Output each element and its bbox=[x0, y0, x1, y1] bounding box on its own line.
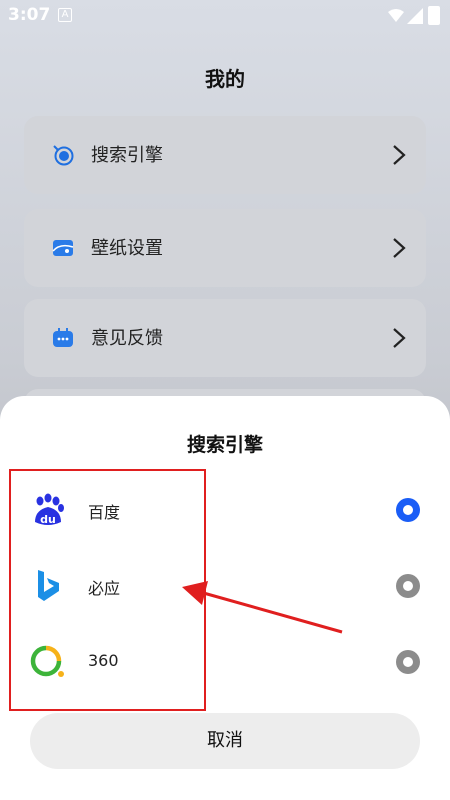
menu-item-feedback[interactable]: 意见反馈 bbox=[24, 299, 426, 377]
chevron-right-icon bbox=[393, 328, 406, 348]
chevron-right-icon bbox=[393, 145, 406, 165]
status-bar: 3:07 A bbox=[0, 0, 450, 34]
notification-letter-icon: A bbox=[58, 8, 72, 22]
menu-item-wallpaper[interactable]: 壁纸设置 bbox=[24, 209, 426, 287]
search-engine-icon bbox=[53, 145, 74, 166]
battery-icon bbox=[428, 6, 440, 25]
annotation-arrow-icon bbox=[182, 581, 343, 634]
cancel-button[interactable]: 取消 bbox=[30, 713, 420, 769]
status-time: 3:07 bbox=[8, 5, 51, 25]
radio-unselected[interactable] bbox=[396, 650, 420, 674]
menu-item-label: 壁纸设置 bbox=[91, 238, 163, 259]
radio-selected[interactable] bbox=[396, 498, 420, 522]
menu-item-label: 意见反馈 bbox=[91, 328, 163, 349]
menu-item-search-engine[interactable]: 搜索引擎 bbox=[24, 116, 426, 194]
wifi-icon bbox=[388, 9, 404, 22]
wallpaper-icon bbox=[52, 240, 74, 256]
page-title: 我的 bbox=[205, 67, 245, 91]
feedback-icon bbox=[53, 328, 73, 347]
signal-icon bbox=[407, 8, 423, 24]
sheet-title: 搜索引擎 bbox=[186, 434, 263, 456]
menu-item-label: 搜索引擎 bbox=[91, 145, 163, 166]
radio-unselected[interactable] bbox=[396, 574, 420, 598]
chevron-right-icon bbox=[393, 238, 406, 258]
